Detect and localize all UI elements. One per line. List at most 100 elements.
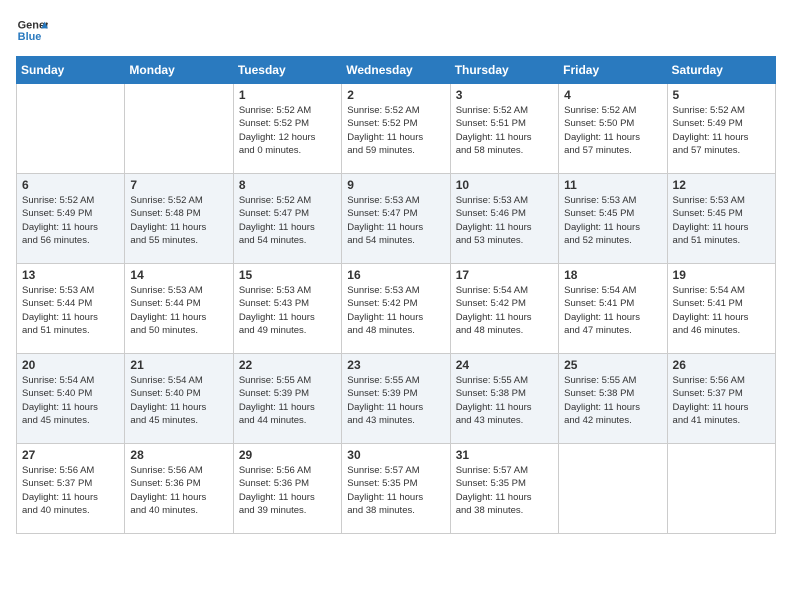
day-number: 2 [347, 88, 444, 102]
calendar-body: 1 Sunrise: 5:52 AM Sunset: 5:52 PM Daylig… [17, 84, 776, 534]
day-number: 19 [673, 268, 770, 282]
calendar-header-row: SundayMondayTuesdayWednesdayThursdayFrid… [17, 57, 776, 84]
day-info: Sunrise: 5:56 AM Sunset: 5:36 PM Dayligh… [130, 464, 227, 517]
day-info: Sunrise: 5:55 AM Sunset: 5:39 PM Dayligh… [347, 374, 444, 427]
calendar-cell [559, 444, 667, 534]
calendar-cell: 31 Sunrise: 5:57 AM Sunset: 5:35 PM Dayli… [450, 444, 558, 534]
week-row-1: 1 Sunrise: 5:52 AM Sunset: 5:52 PM Daylig… [17, 84, 776, 174]
day-number: 8 [239, 178, 336, 192]
calendar-cell: 20 Sunrise: 5:54 AM Sunset: 5:40 PM Dayli… [17, 354, 125, 444]
week-row-4: 20 Sunrise: 5:54 AM Sunset: 5:40 PM Dayli… [17, 354, 776, 444]
header-friday: Friday [559, 57, 667, 84]
day-number: 4 [564, 88, 661, 102]
day-number: 12 [673, 178, 770, 192]
header-sunday: Sunday [17, 57, 125, 84]
day-number: 18 [564, 268, 661, 282]
logo-icon: General Blue [16, 16, 48, 44]
week-row-2: 6 Sunrise: 5:52 AM Sunset: 5:49 PM Daylig… [17, 174, 776, 264]
calendar-cell: 30 Sunrise: 5:57 AM Sunset: 5:35 PM Dayli… [342, 444, 450, 534]
calendar-cell: 18Sunrise: 5:54 AM Sunset: 5:41 PM Dayli… [559, 264, 667, 354]
day-info: Sunrise: 5:57 AM Sunset: 5:35 PM Dayligh… [456, 464, 553, 517]
day-info: Sunrise: 5:53 AM Sunset: 5:44 PM Dayligh… [22, 284, 119, 337]
day-number: 30 [347, 448, 444, 462]
day-number: 6 [22, 178, 119, 192]
calendar-cell: 13Sunrise: 5:53 AM Sunset: 5:44 PM Dayli… [17, 264, 125, 354]
day-info: Sunrise: 5:52 AM Sunset: 5:49 PM Dayligh… [22, 194, 119, 247]
day-info: Sunrise: 5:53 AM Sunset: 5:44 PM Dayligh… [130, 284, 227, 337]
day-info: Sunrise: 5:55 AM Sunset: 5:38 PM Dayligh… [456, 374, 553, 427]
calendar-cell: 12Sunrise: 5:53 AM Sunset: 5:45 PM Dayli… [667, 174, 775, 264]
day-number: 15 [239, 268, 336, 282]
day-number: 16 [347, 268, 444, 282]
day-info: Sunrise: 5:53 AM Sunset: 5:42 PM Dayligh… [347, 284, 444, 337]
day-number: 14 [130, 268, 227, 282]
day-info: Sunrise: 5:54 AM Sunset: 5:40 PM Dayligh… [130, 374, 227, 427]
day-number: 20 [22, 358, 119, 372]
day-info: Sunrise: 5:53 AM Sunset: 5:45 PM Dayligh… [564, 194, 661, 247]
calendar-cell [125, 84, 233, 174]
day-info: Sunrise: 5:57 AM Sunset: 5:35 PM Dayligh… [347, 464, 444, 517]
day-number: 21 [130, 358, 227, 372]
day-info: Sunrise: 5:54 AM Sunset: 5:40 PM Dayligh… [22, 374, 119, 427]
day-number: 3 [456, 88, 553, 102]
header-wednesday: Wednesday [342, 57, 450, 84]
week-row-3: 13Sunrise: 5:53 AM Sunset: 5:44 PM Dayli… [17, 264, 776, 354]
header-monday: Monday [125, 57, 233, 84]
calendar-cell: 29 Sunrise: 5:56 AM Sunset: 5:36 PM Dayli… [233, 444, 341, 534]
day-info: Sunrise: 5:56 AM Sunset: 5:37 PM Dayligh… [673, 374, 770, 427]
day-number: 24 [456, 358, 553, 372]
day-info: Sunrise: 5:53 AM Sunset: 5:47 PM Dayligh… [347, 194, 444, 247]
calendar-cell: 21 Sunrise: 5:54 AM Sunset: 5:40 PM Dayli… [125, 354, 233, 444]
calendar-cell: 10 Sunrise: 5:53 AM Sunset: 5:46 PM Dayli… [450, 174, 558, 264]
day-number: 5 [673, 88, 770, 102]
calendar-cell: 5 Sunrise: 5:52 AM Sunset: 5:49 PM Daylig… [667, 84, 775, 174]
day-number: 27 [22, 448, 119, 462]
day-number: 11 [564, 178, 661, 192]
calendar-cell: 17Sunrise: 5:54 AM Sunset: 5:42 PM Dayli… [450, 264, 558, 354]
day-info: Sunrise: 5:53 AM Sunset: 5:46 PM Dayligh… [456, 194, 553, 247]
calendar-cell: 8 Sunrise: 5:52 AM Sunset: 5:47 PM Daylig… [233, 174, 341, 264]
day-number: 29 [239, 448, 336, 462]
day-info: Sunrise: 5:56 AM Sunset: 5:36 PM Dayligh… [239, 464, 336, 517]
day-info: Sunrise: 5:52 AM Sunset: 5:50 PM Dayligh… [564, 104, 661, 157]
day-info: Sunrise: 5:52 AM Sunset: 5:51 PM Dayligh… [456, 104, 553, 157]
day-number: 22 [239, 358, 336, 372]
day-info: Sunrise: 5:52 AM Sunset: 5:49 PM Dayligh… [673, 104, 770, 157]
day-info: Sunrise: 5:54 AM Sunset: 5:41 PM Dayligh… [673, 284, 770, 337]
day-number: 31 [456, 448, 553, 462]
calendar-cell: 25 Sunrise: 5:55 AM Sunset: 5:38 PM Dayli… [559, 354, 667, 444]
calendar-table: SundayMondayTuesdayWednesdayThursdayFrid… [16, 56, 776, 534]
day-info: Sunrise: 5:53 AM Sunset: 5:43 PM Dayligh… [239, 284, 336, 337]
day-number: 10 [456, 178, 553, 192]
day-info: Sunrise: 5:54 AM Sunset: 5:42 PM Dayligh… [456, 284, 553, 337]
calendar-cell: 14 Sunrise: 5:53 AM Sunset: 5:44 PM Dayli… [125, 264, 233, 354]
day-number: 1 [239, 88, 336, 102]
calendar-cell: 6 Sunrise: 5:52 AM Sunset: 5:49 PM Daylig… [17, 174, 125, 264]
day-number: 25 [564, 358, 661, 372]
svg-text:Blue: Blue [18, 31, 42, 43]
calendar-cell: 26 Sunrise: 5:56 AM Sunset: 5:37 PM Dayli… [667, 354, 775, 444]
calendar-cell: 2 Sunrise: 5:52 AM Sunset: 5:52 PM Daylig… [342, 84, 450, 174]
day-number: 9 [347, 178, 444, 192]
calendar-cell [17, 84, 125, 174]
calendar-cell: 19 Sunrise: 5:54 AM Sunset: 5:41 PM Dayli… [667, 264, 775, 354]
day-number: 7 [130, 178, 227, 192]
day-info: Sunrise: 5:52 AM Sunset: 5:48 PM Dayligh… [130, 194, 227, 247]
day-info: Sunrise: 5:55 AM Sunset: 5:38 PM Dayligh… [564, 374, 661, 427]
calendar-cell: 23Sunrise: 5:55 AM Sunset: 5:39 PM Dayli… [342, 354, 450, 444]
header-saturday: Saturday [667, 57, 775, 84]
calendar-cell: 15 Sunrise: 5:53 AM Sunset: 5:43 PM Dayli… [233, 264, 341, 354]
calendar-cell: 16 Sunrise: 5:53 AM Sunset: 5:42 PM Dayli… [342, 264, 450, 354]
calendar-cell [667, 444, 775, 534]
calendar-cell: 9 Sunrise: 5:53 AM Sunset: 5:47 PM Daylig… [342, 174, 450, 264]
calendar-cell: 7 Sunrise: 5:52 AM Sunset: 5:48 PM Daylig… [125, 174, 233, 264]
day-info: Sunrise: 5:52 AM Sunset: 5:52 PM Dayligh… [347, 104, 444, 157]
day-info: Sunrise: 5:52 AM Sunset: 5:52 PM Dayligh… [239, 104, 336, 157]
calendar-cell: 3 Sunrise: 5:52 AM Sunset: 5:51 PM Daylig… [450, 84, 558, 174]
day-number: 26 [673, 358, 770, 372]
day-number: 28 [130, 448, 227, 462]
week-row-5: 27 Sunrise: 5:56 AM Sunset: 5:37 PM Dayli… [17, 444, 776, 534]
day-info: Sunrise: 5:56 AM Sunset: 5:37 PM Dayligh… [22, 464, 119, 517]
header-thursday: Thursday [450, 57, 558, 84]
day-info: Sunrise: 5:52 AM Sunset: 5:47 PM Dayligh… [239, 194, 336, 247]
